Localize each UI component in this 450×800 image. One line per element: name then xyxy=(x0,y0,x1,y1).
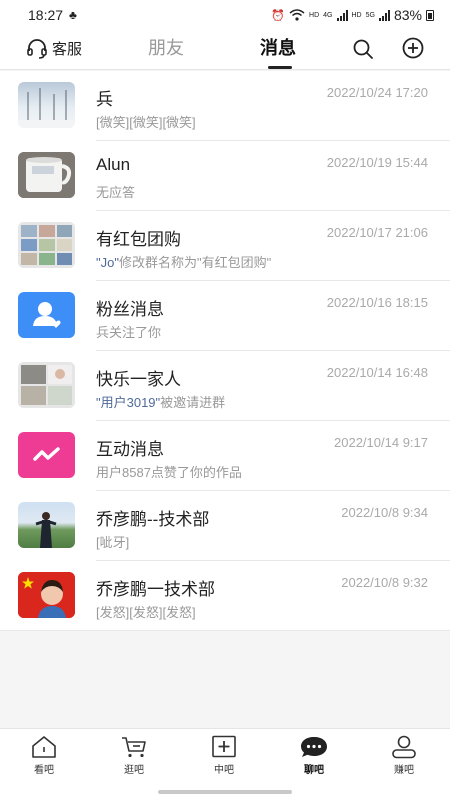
message-preview: 无应答 xyxy=(96,185,136,200)
home-icon xyxy=(32,736,56,758)
status-bar: 18:27 ♣ ⏰ HD 4G HD 5G 83% xyxy=(0,0,450,30)
preview-text: 被邀请进群 xyxy=(160,395,226,410)
message-row[interactable]: 互动消息 2022/10/14 9:17 用户8587点赞了你的作品 xyxy=(0,421,450,491)
message-time: 2022/10/8 9:34 xyxy=(341,505,428,520)
message-preview: [发怒][发怒][发怒] xyxy=(96,605,196,620)
interaction-icon xyxy=(33,447,60,461)
nav-label: 中吧 xyxy=(214,765,234,776)
fans-avatar xyxy=(18,292,75,338)
preview-text: 修改群名称为"有红包团购" xyxy=(118,255,272,270)
nav-item-earn[interactable]: 赚吧 xyxy=(374,735,434,776)
add-circle-icon[interactable] xyxy=(402,37,424,59)
avatar xyxy=(18,152,75,198)
message-time: 2022/10/16 18:15 xyxy=(326,295,428,310)
net-label-3: HD xyxy=(351,11,362,19)
message-row[interactable]: 乔彦鹏一技术部 2022/10/8 9:32 [发怒][发怒][发怒] xyxy=(0,561,450,631)
battery-percent: 83% xyxy=(393,7,422,23)
group-avatar xyxy=(18,222,75,268)
message-row[interactable]: 快乐一家人 2022/10/14 16:48 "用户3019"被邀请进群 xyxy=(0,351,450,421)
plus-square-icon xyxy=(212,735,236,758)
nav-item-home[interactable]: 看吧 xyxy=(14,735,74,776)
signal-icon-1 xyxy=(336,9,348,21)
avatar xyxy=(18,502,75,548)
status-time: 18:27 xyxy=(28,7,64,23)
net-label-2: 4G xyxy=(323,11,333,19)
message-row[interactable]: 兵 2022/10/24 17:20 [微笑][微笑][微笑] xyxy=(0,71,450,141)
top-header: 客服 朋友 消息 xyxy=(0,30,450,70)
message-title: 乔彦鹏一技术部 xyxy=(96,580,215,599)
message-time: 2022/10/19 15:44 xyxy=(326,155,428,170)
message-time: 2022/10/17 21:06 xyxy=(326,225,428,240)
message-time: 2022/10/14 9:17 xyxy=(334,435,428,450)
message-list: 兵 2022/10/24 17:20 [微笑][微笑][微笑] Alun 202… xyxy=(0,71,450,631)
message-time: 2022/10/8 9:32 xyxy=(341,575,428,590)
nav-label: 逛吧 xyxy=(124,765,144,776)
message-preview: [呲牙] xyxy=(96,535,130,550)
avatar xyxy=(18,82,75,128)
home-indicator[interactable] xyxy=(158,790,292,794)
headset-icon xyxy=(27,38,47,59)
chat-icon xyxy=(301,737,327,757)
message-preview: "Jo"修改群名称为"有红包团购" xyxy=(96,252,271,271)
signal-icon-2 xyxy=(378,9,390,21)
customer-service-label: 客服 xyxy=(52,41,83,58)
preview-highlight: "Jo" xyxy=(96,255,119,270)
wifi-icon xyxy=(289,9,305,21)
interaction-avatar xyxy=(18,432,75,478)
user-icon xyxy=(392,735,416,759)
group-avatar xyxy=(18,362,75,408)
message-preview: [微笑][微笑][微笑] xyxy=(96,115,196,130)
message-preview: 用户8587点赞了你的作品 xyxy=(96,465,242,480)
message-time: 2022/10/14 16:48 xyxy=(326,365,428,380)
message-row[interactable]: 粉丝消息 2022/10/16 18:15 兵关注了你 xyxy=(0,281,450,351)
preview-highlight: "用户3019" xyxy=(96,395,161,410)
fans-icon xyxy=(33,302,61,328)
message-preview: "用户3019"被邀请进群 xyxy=(96,392,225,411)
cart-icon xyxy=(122,737,146,758)
tab-messages[interactable]: 消息 xyxy=(260,34,296,60)
nav-label: 看吧 xyxy=(34,765,54,776)
avatar xyxy=(18,572,75,618)
nav-label: 赚吧 xyxy=(394,765,414,776)
net-label-4: 5G xyxy=(365,11,375,19)
customer-service-button[interactable]: 客服 xyxy=(26,38,82,59)
message-row[interactable]: 有红包团购 2022/10/17 21:06 "Jo"修改群名称为"有红包团购" xyxy=(0,211,450,281)
nav-label: 聊吧 xyxy=(304,765,324,776)
message-row[interactable]: Alun 2022/10/19 15:44 无应答 xyxy=(0,141,450,211)
active-tab-indicator xyxy=(268,66,292,69)
message-title: 乔彦鹏--技术部 xyxy=(96,510,210,529)
alarm-icon: ⏰ xyxy=(271,9,286,22)
status-icons: ⏰ HD 4G HD 5G 83% xyxy=(271,7,434,23)
nav-item-chat[interactable]: 聊吧 xyxy=(284,735,344,776)
message-title: 粉丝消息 xyxy=(96,300,164,319)
notification-icon: ♣ xyxy=(69,8,77,22)
message-title: 兵 xyxy=(96,90,113,109)
tab-friends[interactable]: 朋友 xyxy=(148,34,184,60)
nav-item-center[interactable]: 中吧 xyxy=(194,735,254,776)
message-preview: 兵关注了你 xyxy=(96,325,162,340)
nav-item-shop[interactable]: 逛吧 xyxy=(104,735,164,776)
message-time: 2022/10/24 17:20 xyxy=(326,85,428,100)
message-title: 互动消息 xyxy=(96,440,164,459)
net-label-1: HD xyxy=(309,11,320,19)
battery-icon xyxy=(426,9,434,21)
message-row[interactable]: 乔彦鹏--技术部 2022/10/8 9:34 [呲牙] xyxy=(0,491,450,561)
message-title: 快乐一家人 xyxy=(96,370,181,389)
message-title: 有红包团购 xyxy=(96,230,181,249)
search-icon[interactable] xyxy=(352,38,374,60)
message-title: Alun xyxy=(96,155,131,174)
